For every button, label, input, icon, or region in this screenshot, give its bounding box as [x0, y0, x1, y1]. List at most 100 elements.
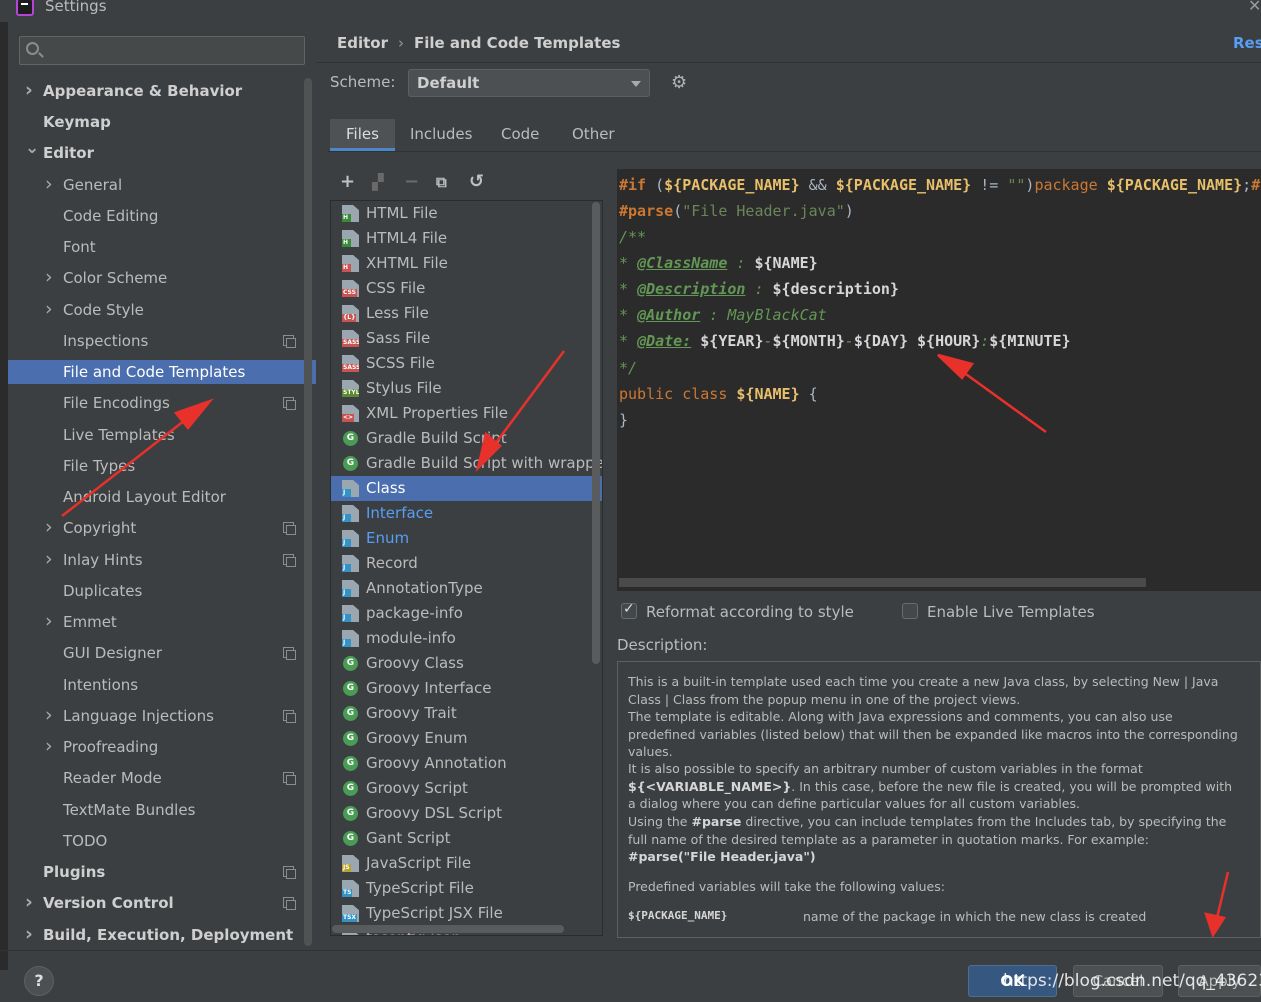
template-item-interface[interactable]: J Interface [331, 501, 602, 526]
template-item-groovy-class[interactable]: G Groovy Class [331, 651, 602, 676]
template-item-typescript-jsx-file[interactable]: TSX TypeScript JSX File [331, 901, 602, 926]
template-item-xml-properties-file[interactable]: <> XML Properties File [331, 401, 602, 426]
create-child-icon[interactable]: ▞ [372, 172, 384, 192]
chevron-right-icon[interactable]: › [25, 78, 33, 102]
chevron-right-icon[interactable]: › [25, 890, 33, 914]
template-item-enum[interactable]: J Enum [331, 526, 602, 551]
list-horizontal-scrollbar[interactable] [332, 925, 564, 933]
template-item-html4-file[interactable]: H HTML4 File [331, 226, 602, 251]
file-type-icon: JS [342, 855, 359, 872]
sidebar-item-keymap[interactable]: Keymap [0, 110, 300, 134]
sidebar-item-gui-designer[interactable]: GUI Designer [0, 641, 300, 665]
list-vertical-scrollbar[interactable] [592, 202, 600, 664]
sidebar-item-general[interactable]: › General [0, 173, 300, 197]
template-item-javascript-file[interactable]: JS JavaScript File [331, 851, 602, 876]
sidebar-item-code-style[interactable]: › Code Style [0, 298, 300, 322]
remove-icon[interactable]: − [404, 172, 419, 192]
copy-icon[interactable]: ⧉ [436, 172, 447, 192]
sidebar-item-intentions[interactable]: Intentions [0, 673, 300, 697]
gear-icon[interactable]: ⚙ [671, 74, 689, 92]
sidebar-item-label: Reader Mode [63, 769, 162, 787]
chevron-right-icon[interactable]: › [45, 609, 53, 633]
live-templates-label[interactable]: Enable Live Templates [927, 603, 1095, 621]
tab-code[interactable]: Code [485, 119, 555, 151]
chevron-right-icon[interactable]: › [45, 297, 53, 321]
sidebar-scrollbar[interactable] [304, 78, 312, 946]
sidebar-item-todo[interactable]: TODO [0, 829, 300, 853]
template-item-gradle-build-script[interactable]: G Gradle Build Script [331, 426, 602, 451]
sidebar-item-label: Appearance & Behavior [43, 82, 243, 100]
editor-horizontal-scrollbar[interactable] [619, 578, 1146, 587]
sidebar-item-build-execution-deployment[interactable]: › Build, Execution, Deployment [0, 923, 300, 947]
tab-includes[interactable]: Includes [394, 119, 488, 151]
settings-search-input[interactable] [19, 36, 305, 65]
chevron-right-icon[interactable]: › [45, 734, 53, 758]
chevron-right-icon[interactable]: › [45, 547, 53, 571]
sidebar-item-textmate-bundles[interactable]: TextMate Bundles [0, 798, 300, 822]
template-item-html-file[interactable]: H HTML File [331, 201, 602, 226]
scheme-select[interactable]: Default [408, 69, 650, 97]
sidebar-item-file-encodings[interactable]: File Encodings [0, 391, 300, 415]
template-item-module-info[interactable]: Jmodule-info [331, 626, 602, 651]
reformat-label[interactable]: Reformat according to style [646, 603, 854, 621]
chevron-right-icon[interactable]: › [45, 265, 53, 289]
sidebar-item-color-scheme[interactable]: › Color Scheme [0, 266, 300, 290]
sidebar-item-plugins[interactable]: Plugins [0, 860, 300, 884]
template-item-class[interactable]: J Class [331, 476, 602, 501]
add-icon[interactable]: + [340, 172, 355, 192]
sidebar-item-file-and-code-templates[interactable]: File and Code Templates [8, 360, 316, 384]
chevron-right-icon[interactable]: › [45, 515, 53, 539]
template-item-scss-file[interactable]: SASS SCSS File [331, 351, 602, 376]
template-item-stylus-file[interactable]: STYL Stylus File [331, 376, 602, 401]
template-item-sass-file[interactable]: SASS Sass File [331, 326, 602, 351]
chevron-down-icon[interactable]: ⌄ [25, 136, 39, 160]
template-item-groovy-annotation[interactable]: G Groovy Annotation [331, 751, 602, 776]
template-code-editor[interactable]: #if (${PACKAGE_NAME} && ${PACKAGE_NAME} … [617, 169, 1261, 591]
tab-other[interactable]: Other [556, 119, 631, 151]
live-templates-checkbox[interactable] [902, 603, 918, 619]
sidebar-item-android-layout-editor[interactable]: Android Layout Editor [0, 485, 300, 509]
sidebar-item-live-templates[interactable]: Live Templates [0, 423, 300, 447]
close-icon[interactable]: ✕ [1248, 0, 1261, 15]
template-item-xhtml-file[interactable]: H XHTML File [331, 251, 602, 276]
breadcrumb-editor[interactable]: Editor [337, 34, 388, 52]
template-item-css-file[interactable]: CSS CSS File [331, 276, 602, 301]
template-item-groovy-interface[interactable]: G Groovy Interface [331, 676, 602, 701]
template-item-less-file[interactable]: {L} Less File [331, 301, 602, 326]
template-item-groovy-trait[interactable]: G Groovy Trait [331, 701, 602, 726]
chevron-right-icon[interactable]: › [45, 703, 53, 727]
sidebar-item-appearance-behavior[interactable]: › Appearance & Behavior [0, 79, 300, 103]
sidebar-item-inspections[interactable]: Inspections [0, 329, 300, 353]
sidebar-item-font[interactable]: Font [0, 235, 300, 259]
tab-files[interactable]: Files [330, 119, 395, 151]
template-item-groovy-dsl-script[interactable]: G Groovy DSL Script [331, 801, 602, 826]
sidebar-item-code-editing[interactable]: Code Editing [0, 204, 300, 228]
sidebar-item-editor[interactable]: ⌄ Editor [0, 138, 300, 165]
reformat-checkbox[interactable] [621, 601, 637, 619]
sidebar-item-file-types[interactable]: File Types [0, 454, 300, 478]
sidebar-item-proofreading[interactable]: › Proofreading [0, 735, 300, 759]
sidebar-item-duplicates[interactable]: Duplicates [0, 579, 300, 603]
template-item-record[interactable]: J Record [331, 551, 602, 576]
sidebar-item-language-injections[interactable]: › Language Injections [0, 704, 300, 728]
chevron-right-icon[interactable]: › [25, 922, 33, 946]
chevron-right-icon[interactable]: › [45, 172, 53, 196]
groovy-file-icon: G [343, 706, 358, 721]
help-button[interactable]: ? [24, 966, 54, 996]
template-item-gant-script[interactable]: G Gant Script [331, 826, 602, 851]
template-item-annotationtype[interactable]: J AnnotationType [331, 576, 602, 601]
sidebar-item-version-control[interactable]: › Version Control [0, 891, 300, 915]
template-item-groovy-enum[interactable]: G Groovy Enum [331, 726, 602, 751]
sidebar-item-copyright[interactable]: › Copyright [0, 516, 300, 540]
project-scope-icon [283, 897, 296, 910]
reset-template-icon[interactable]: ↺ [469, 172, 484, 192]
reset-link[interactable]: Reset [1233, 34, 1261, 52]
sidebar-item-emmet[interactable]: › Emmet [0, 610, 300, 634]
template-item-package-info[interactable]: Jpackage-info [331, 601, 602, 626]
sidebar-item-reader-mode[interactable]: Reader Mode [0, 766, 300, 790]
template-item-typescript-file[interactable]: TS TypeScript File [331, 876, 602, 901]
template-item-gradle-build-script-with-wrapper[interactable]: G Gradle Build Script with wrapper [331, 451, 602, 476]
template-item-groovy-script[interactable]: G Groovy Script [331, 776, 602, 801]
groovy-file-icon: G [343, 456, 358, 471]
sidebar-item-inlay-hints[interactable]: › Inlay Hints [0, 548, 300, 572]
